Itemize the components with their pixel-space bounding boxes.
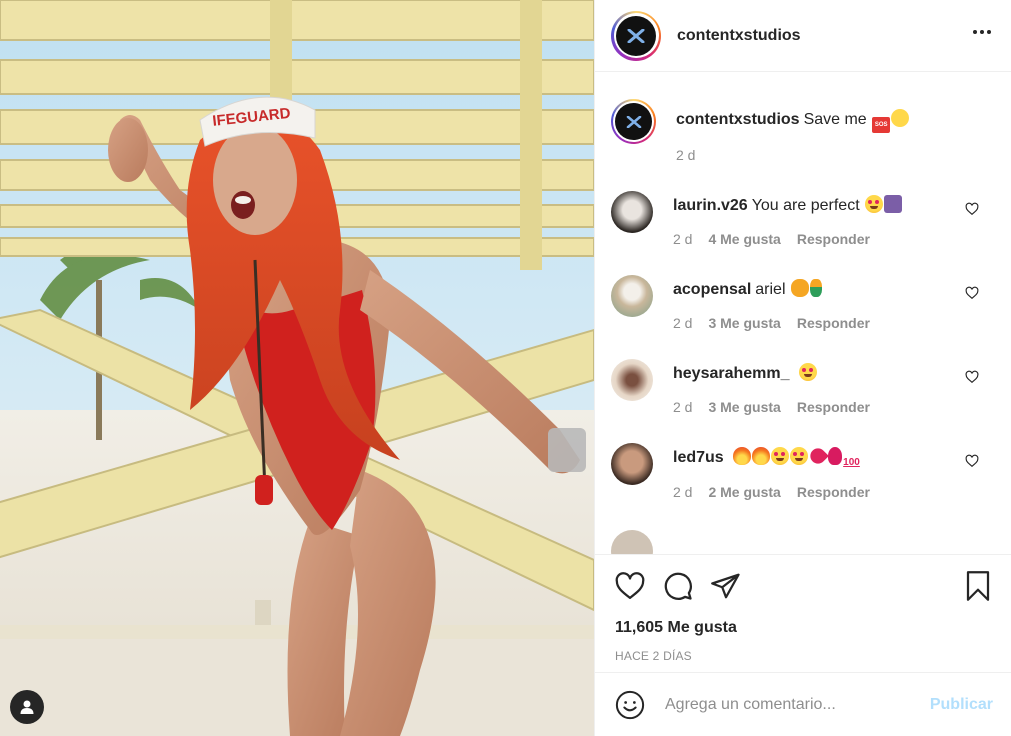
comment-bubble-icon[interactable] xyxy=(663,571,693,601)
fire-emoji-icon xyxy=(752,447,771,465)
share-paper-plane-icon[interactable] xyxy=(711,572,741,600)
tagged-users-button[interactable] xyxy=(10,690,44,724)
comment-username[interactable]: led7us xyxy=(673,449,724,466)
comment-item: laurin.v26 You are perfect 2 d 4 Me gusta… xyxy=(611,191,995,247)
add-comment-bar: Publicar xyxy=(595,672,1011,736)
hundred-points-emoji-icon: 100 xyxy=(843,457,860,468)
comment-likes[interactable]: 4 Me gusta xyxy=(708,231,780,247)
comment-item-partial xyxy=(611,530,995,555)
caption-time[interactable]: 2 d xyxy=(676,147,695,163)
comment-avatar[interactable] xyxy=(611,275,653,317)
publish-button[interactable]: Publicar xyxy=(930,696,993,714)
comment-text: ariel xyxy=(755,281,786,298)
emoji-smile-icon[interactable] xyxy=(615,690,645,720)
comment-likes[interactable]: 2 Me gusta xyxy=(708,484,780,500)
rose-emoji-icon xyxy=(828,447,843,465)
comment-likes[interactable]: 3 Me gusta xyxy=(708,399,780,415)
comment-text: You are perfect xyxy=(751,197,860,214)
post-side-panel: contentxstudios contentxstudios Save me S… xyxy=(594,0,1011,736)
like-heart-icon[interactable] xyxy=(615,572,645,600)
comment-time[interactable]: 2 d xyxy=(673,231,692,247)
comment-time[interactable]: 2 d xyxy=(673,399,692,415)
photo-illustration: IFEGUARD xyxy=(0,0,594,736)
caption-avatar[interactable] xyxy=(611,99,656,144)
reply-button[interactable]: Responder xyxy=(797,484,870,500)
purple-symbol-emoji-icon xyxy=(884,195,903,213)
contentx-logo-icon xyxy=(615,103,652,140)
more-options-icon[interactable] xyxy=(971,28,993,36)
author-username[interactable]: contentxstudios xyxy=(677,27,801,45)
post-header: contentxstudios xyxy=(595,0,1011,72)
comment-avatar[interactable] xyxy=(611,443,653,485)
user-icon xyxy=(20,700,34,714)
fire-emoji-icon xyxy=(733,447,752,465)
sos-emoji-icon: SOS xyxy=(872,117,891,133)
comment-item: led7us 100 2 d 2 Me gusta Responder xyxy=(611,443,995,500)
comment-avatar[interactable] xyxy=(611,191,653,233)
comment-likes[interactable]: 3 Me gusta xyxy=(708,315,780,331)
comment-time[interactable]: 2 d xyxy=(673,484,692,500)
post-photo[interactable]: IFEGUARD xyxy=(0,0,594,736)
heart-eyes-emoji-icon xyxy=(771,447,790,465)
mermaid-emoji-icon xyxy=(809,279,822,297)
reply-button[interactable]: Responder xyxy=(797,315,870,331)
heart-eyes-cat-emoji-icon xyxy=(790,279,809,297)
heart-eyes-emoji-icon xyxy=(798,363,817,381)
contentx-logo-icon xyxy=(616,15,656,56)
reply-button[interactable]: Responder xyxy=(797,231,870,247)
author-avatar[interactable] xyxy=(611,10,661,61)
reply-button[interactable]: Responder xyxy=(797,399,870,415)
like-comment-icon[interactable] xyxy=(965,454,979,468)
caption: contentxstudios Save me SOS 2 d xyxy=(611,99,995,163)
comment-avatar[interactable] xyxy=(611,359,653,401)
like-count[interactable]: 11,605 Me gusta xyxy=(615,619,991,637)
heart-eyes-emoji-icon xyxy=(790,447,809,465)
post-timestamp[interactable]: HACE 2 DÍAS xyxy=(615,649,991,663)
comment-item: acopensal ariel 2 d 3 Me gusta Responder xyxy=(611,275,995,331)
comment-username[interactable]: heysarahemm_ xyxy=(673,365,790,382)
comment-username[interactable]: acopensal xyxy=(673,281,751,298)
like-comment-icon[interactable] xyxy=(965,286,979,300)
like-comment-icon[interactable] xyxy=(965,202,979,216)
comment-username[interactable]: laurin.v26 xyxy=(673,197,748,214)
comment-item: heysarahemm_ 2 d 3 Me gusta Responder xyxy=(611,359,995,415)
comment-time[interactable]: 2 d xyxy=(673,315,692,331)
comments-list[interactable]: contentxstudios Save me SOS 2 d laurin.v2… xyxy=(595,81,1011,555)
caption-username[interactable]: contentxstudios xyxy=(676,111,800,128)
caption-text: Save me xyxy=(803,111,867,128)
comment-avatar[interactable] xyxy=(611,530,653,555)
post-actions: 11,605 Me gusta HACE 2 DÍAS xyxy=(595,554,1011,663)
heart-emoji-icon xyxy=(807,445,829,467)
wink-emoji-icon xyxy=(891,109,910,127)
like-comment-icon[interactable] xyxy=(965,370,979,384)
comment-input[interactable] xyxy=(665,695,930,714)
bookmark-save-icon[interactable] xyxy=(965,571,991,601)
heart-eyes-emoji-icon xyxy=(865,195,884,213)
